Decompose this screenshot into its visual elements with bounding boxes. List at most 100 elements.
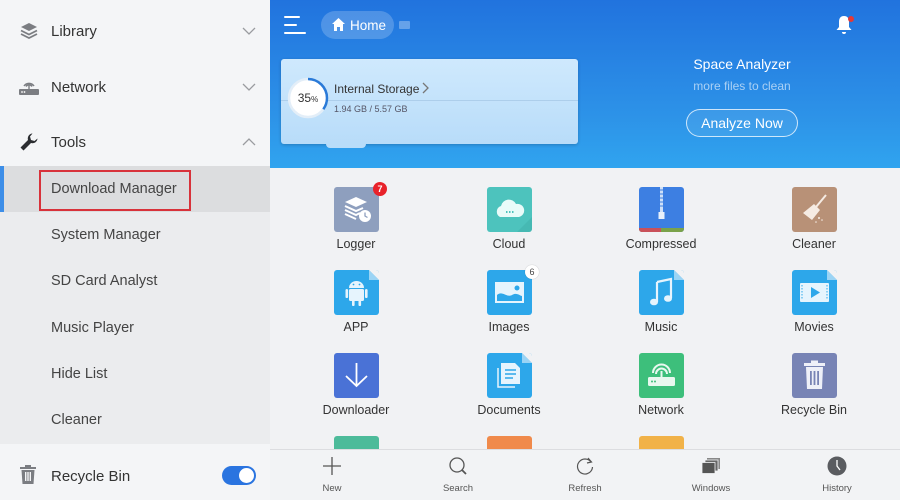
- breadcrumb-home-label: Home: [350, 17, 387, 33]
- sidebar-item-label: Music Player: [51, 320, 134, 336]
- wrench-icon: [18, 131, 40, 153]
- breadcrumb-tail-icon: [399, 21, 410, 29]
- analyze-now-button[interactable]: Analyze Now: [686, 109, 798, 137]
- tile-compressed[interactable]: Compressed: [611, 168, 711, 251]
- tile-app[interactable]: APP: [306, 251, 406, 334]
- sidebar-item-cleaner[interactable]: Cleaner: [0, 397, 270, 443]
- recycle-bin-toggle[interactable]: [222, 466, 256, 485]
- toolbar-label: New: [322, 483, 342, 494]
- document-icon: [487, 353, 532, 398]
- bottom-toolbar: New Search Refresh Windows History: [270, 449, 900, 500]
- sidebar-section-label: Network: [51, 78, 107, 96]
- tile-cleaner[interactable]: Cleaner: [764, 168, 864, 251]
- sidebar-item-system-manager[interactable]: System Manager: [0, 212, 270, 258]
- tile-icon-partial: [334, 436, 379, 450]
- selection-highlight-box: [39, 170, 191, 211]
- sidebar-section-tools[interactable]: Tools: [0, 114, 270, 170]
- search-icon: [449, 457, 467, 475]
- tile-partial[interactable]: [459, 417, 559, 450]
- download-icon: [334, 353, 379, 398]
- tile-cloud[interactable]: Cloud: [459, 168, 559, 251]
- tile-label: Music: [644, 320, 678, 334]
- tile-label: APP: [343, 320, 369, 334]
- search-button[interactable]: Search: [418, 450, 498, 500]
- tile-network[interactable]: Network: [611, 334, 711, 417]
- tile-label: Downloader: [322, 403, 390, 417]
- chevron-up-icon: [242, 138, 256, 146]
- notification-dot: [848, 16, 854, 22]
- space-analyzer-title: Space Analyzer: [693, 56, 791, 72]
- toggle-knob: [239, 468, 254, 483]
- layers-icon: [18, 20, 40, 42]
- windows-icon: [701, 458, 720, 474]
- router-icon: [18, 76, 40, 98]
- new-button[interactable]: New: [292, 450, 372, 500]
- sidebar-item-label: System Manager: [51, 227, 161, 243]
- storage-usage-ring: 35%: [287, 77, 329, 119]
- sidebar-section-label: Tools: [51, 133, 87, 151]
- zip-icon: [639, 187, 684, 232]
- movie-icon: [792, 270, 837, 315]
- toolbar-label: Windows: [691, 483, 731, 494]
- tile-documents[interactable]: Documents: [459, 334, 559, 417]
- space-analyzer-subtitle: more files to clean: [693, 79, 791, 93]
- storage-size: 1.94 GB / 5.57 GB: [334, 104, 408, 114]
- sidebar-item-sd-card-analyst[interactable]: SD Card Analyst: [0, 258, 270, 304]
- sidebar-item-label: Cleaner: [51, 412, 102, 428]
- tile-images[interactable]: 6 Images: [459, 251, 559, 334]
- images-badge: 6: [525, 265, 539, 279]
- sidebar: Library Network Tools Download Manager S…: [0, 0, 270, 500]
- tile-partial[interactable]: [611, 417, 711, 450]
- breadcrumb-home[interactable]: Home: [321, 11, 394, 39]
- router-icon: [639, 353, 684, 398]
- sidebar-item-music-player[interactable]: Music Player: [0, 305, 270, 351]
- tile-downloader[interactable]: Downloader: [306, 334, 406, 417]
- tile-recycle-bin[interactable]: Recycle Bin: [764, 334, 864, 417]
- sidebar-section-library[interactable]: Library: [0, 3, 270, 59]
- app-root: Library Network Tools Download Manager S…: [0, 0, 900, 500]
- sidebar-section-network[interactable]: Network: [0, 59, 270, 115]
- cloud-icon: [487, 187, 532, 232]
- clock-icon: [827, 456, 847, 476]
- sidebar-item-hide-list[interactable]: Hide List: [0, 351, 270, 397]
- toolbar-label: Refresh: [568, 483, 602, 494]
- sidebar-item-download-manager[interactable]: Download Manager: [0, 166, 270, 212]
- tile-music[interactable]: Music: [611, 251, 711, 334]
- tile-label: Logger: [336, 237, 376, 251]
- recycle-bin-label: Recycle Bin: [51, 468, 131, 485]
- notification-bell-button[interactable]: [835, 15, 854, 35]
- sidebar-recycle-bin: Recycle Bin: [0, 452, 270, 500]
- hamburger-menu-button[interactable]: [284, 15, 306, 35]
- storage-percent: 35%: [297, 91, 319, 105]
- music-icon: [639, 270, 684, 315]
- tile-logger[interactable]: 7 Logger: [306, 168, 406, 251]
- tile-label: Images: [488, 320, 530, 334]
- tile-icon-partial: [487, 436, 532, 450]
- tile-label: Documents: [477, 403, 541, 417]
- card-notch: [326, 143, 366, 148]
- toolbar-label: Search: [442, 483, 474, 494]
- tile-label: Cloud: [492, 237, 526, 251]
- tile-partial[interactable]: [306, 417, 406, 450]
- tile-label: Network: [638, 403, 684, 417]
- home-icon: [332, 18, 345, 31]
- tile-movies[interactable]: Movies: [764, 251, 864, 334]
- tile-label: Cleaner: [792, 237, 836, 251]
- refresh-icon: [576, 457, 594, 475]
- sidebar-item-label: SD Card Analyst: [51, 273, 158, 289]
- tile-label: Recycle Bin: [781, 403, 847, 417]
- history-button[interactable]: History: [797, 450, 877, 500]
- sidebar-item-label: Hide List: [51, 366, 108, 382]
- refresh-button[interactable]: Refresh: [545, 450, 625, 500]
- category-grid: 7 Logger Cloud Compressed Cleaner APP 6 …: [270, 168, 900, 450]
- header-banner: Home 35% Internal Storage 1.94 GB / 5.57…: [270, 0, 900, 168]
- sidebar-section-label: Library: [51, 22, 97, 40]
- image-icon: [487, 270, 532, 315]
- windows-button[interactable]: Windows: [671, 450, 751, 500]
- tile-label: Compressed: [625, 237, 697, 251]
- broom-icon: [792, 187, 837, 232]
- internal-storage-card[interactable]: 35% Internal Storage 1.94 GB / 5.57 GB: [281, 59, 578, 148]
- space-analyzer-panel: Space Analyzer more files to clean Analy…: [660, 56, 824, 137]
- tools-submenu: Download Manager System Manager SD Card …: [0, 166, 270, 444]
- chevron-down-icon: [242, 83, 256, 91]
